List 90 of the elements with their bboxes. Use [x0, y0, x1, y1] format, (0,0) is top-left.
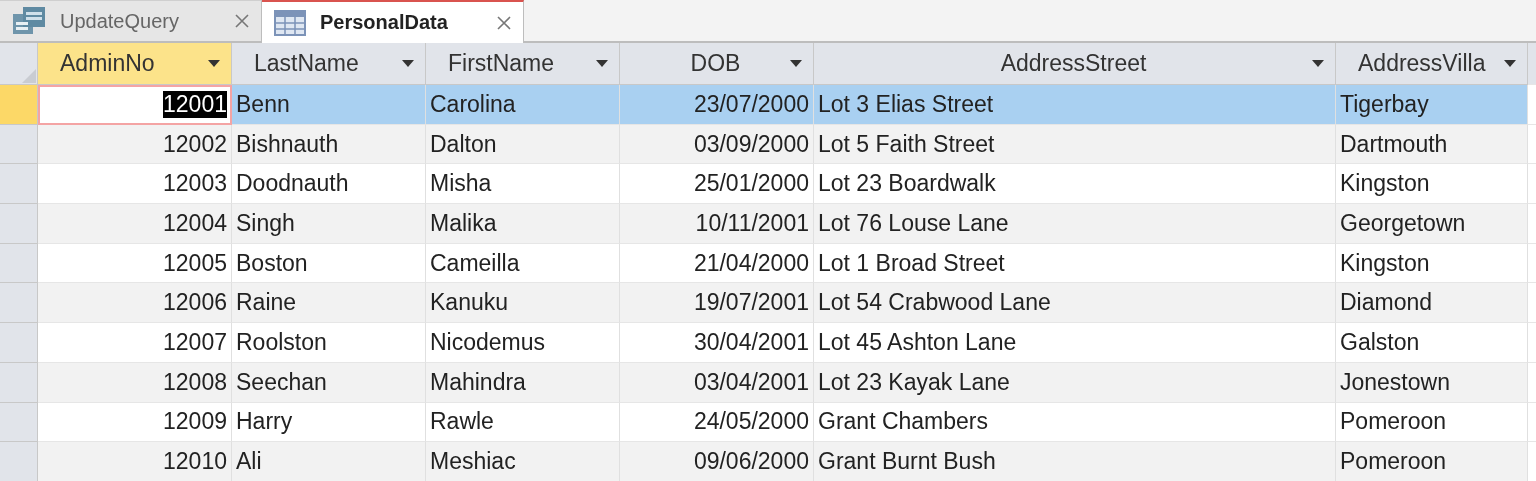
table-cell: Carolina	[426, 85, 620, 125]
query-icon	[12, 6, 46, 36]
table-cell: Benn	[232, 85, 426, 125]
column-header[interactable]: AdminNo	[38, 43, 232, 85]
table-cell: Georgetown	[1336, 204, 1528, 244]
table-cell: Dalton	[426, 124, 620, 165]
table-cell: Diamond	[1336, 283, 1528, 324]
table-cell: 03/09/2000	[620, 124, 814, 165]
table-cell: Lot 5 Faith Street	[814, 124, 1336, 165]
column-header[interactable]: LastName	[232, 43, 426, 85]
table-cell: 12005	[38, 243, 232, 284]
table-cell: Tigerbay	[1336, 85, 1528, 125]
table-cell: Kingston	[1336, 243, 1528, 284]
table-cell: Raine	[232, 283, 426, 324]
row-selector[interactable]	[0, 402, 38, 443]
row-selector[interactable]	[0, 323, 38, 363]
column-header[interactable]: AddressStreet	[814, 43, 1336, 85]
close-icon[interactable]	[497, 15, 511, 30]
table-cell: Seechan	[232, 362, 426, 403]
dropdown-arrow-icon[interactable]	[1503, 59, 1517, 68]
table-cell: Pomeroon	[1336, 402, 1528, 443]
table-cell: Lot 23 Kayak Lane	[814, 362, 1336, 403]
table-cell: 19/07/2001	[620, 283, 814, 324]
dropdown-arrow-icon[interactable]	[1311, 59, 1325, 68]
document-tab[interactable]: PersonalData	[262, 0, 524, 43]
column-header[interactable]: DOB	[620, 43, 814, 85]
table-cell: 24/05/2000	[620, 402, 814, 443]
table-cell: Harry	[232, 402, 426, 443]
table-cell: 12009	[38, 402, 232, 443]
table-cell: Dartmouth	[1336, 124, 1528, 165]
dropdown-arrow-icon[interactable]	[789, 59, 803, 68]
table-cell: Ali	[232, 442, 426, 481]
row-selector[interactable]	[0, 442, 38, 481]
dropdown-arrow-icon[interactable]	[207, 59, 221, 68]
table-cell: Nicodemus	[426, 323, 620, 363]
table-cell: Kingston	[1336, 164, 1528, 205]
table-cell: 12008	[38, 362, 232, 403]
table-cell: Singh	[232, 204, 426, 244]
table-cell: Rawle	[426, 402, 620, 443]
table-cell: Malika	[426, 204, 620, 244]
table-cell: Mahindra	[426, 362, 620, 403]
table-cell: Boston	[232, 243, 426, 284]
table-cell: Grant Burnt Bush	[814, 442, 1336, 481]
table-icon	[274, 9, 306, 36]
table-cell: 10/11/2001	[620, 204, 814, 244]
row-selector[interactable]	[0, 164, 38, 205]
table-cell: Lot 54 Crabwood Lane	[814, 283, 1336, 324]
table-cell: 12002	[38, 124, 232, 165]
table-cell: 21/04/2000	[620, 243, 814, 284]
table-cell: 12001	[38, 85, 232, 125]
table-cell: 03/04/2001	[620, 362, 814, 403]
table-cell: Doodnauth	[232, 164, 426, 205]
column-header[interactable]: AddressVilla	[1336, 43, 1528, 85]
table-cell: Lot 1 Broad Street	[814, 243, 1336, 284]
table-cell: Lot 76 Louse Lane	[814, 204, 1336, 244]
document-tab[interactable]: UpdateQuery	[0, 0, 262, 41]
row-selector[interactable]	[0, 204, 38, 244]
table-cell: Roolston	[232, 323, 426, 363]
table-cell: Grant Chambers	[814, 402, 1336, 443]
table-cell: Lot 3 Elias Street	[814, 85, 1336, 125]
dropdown-arrow-icon[interactable]	[401, 59, 415, 68]
table-cell: 25/01/2000	[620, 164, 814, 205]
row-selector[interactable]	[0, 283, 38, 324]
table-cell: 30/04/2001	[620, 323, 814, 363]
table-cell: Misha	[426, 164, 620, 205]
table-cell: 12004	[38, 204, 232, 244]
table-cell: 09/06/2000	[620, 442, 814, 481]
select-all-button[interactable]	[0, 43, 38, 85]
table-cell: Bishnauth	[232, 124, 426, 165]
row-selector[interactable]	[0, 362, 38, 403]
row-selector[interactable]	[0, 124, 38, 165]
table-cell: Jonestown	[1336, 362, 1528, 403]
table-cell: Lot 23 Boardwalk	[814, 164, 1336, 205]
row-selector[interactable]	[0, 85, 38, 125]
table-cell: Lot 45 Ashton Lane	[814, 323, 1336, 363]
table-cell: Kanuku	[426, 283, 620, 324]
close-icon[interactable]	[235, 14, 249, 28]
row-selector[interactable]	[0, 243, 38, 284]
table-cell: Cameilla	[426, 243, 620, 284]
table-cell: Galston	[1336, 323, 1528, 363]
table-cell: Pomeroon	[1336, 442, 1528, 481]
corner-triangle-icon	[21, 68, 37, 84]
table-cell: 12003	[38, 164, 232, 205]
dropdown-arrow-icon[interactable]	[595, 59, 609, 68]
table-cell: 23/07/2000	[620, 85, 814, 125]
table-cell: Meshiac	[426, 442, 620, 481]
column-header[interactable]: FirstName	[426, 43, 620, 85]
table-cell: 12007	[38, 323, 232, 363]
table-cell: 12010	[38, 442, 232, 481]
table-cell: 12006	[38, 283, 232, 324]
